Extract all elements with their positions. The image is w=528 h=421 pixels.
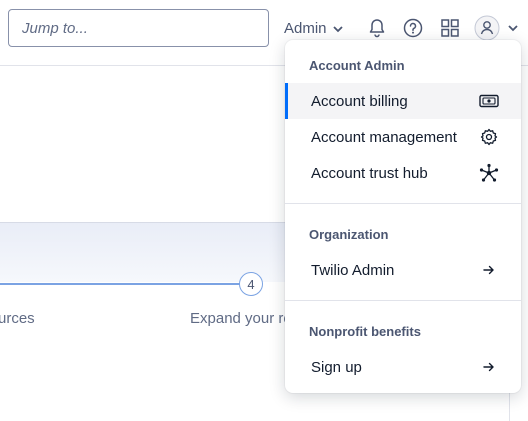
section-title-nonprofit-benefits: Nonprofit benefits <box>309 324 421 339</box>
account-menu-button[interactable]: Admin <box>284 17 343 39</box>
menu-item-account-management[interactable]: Account management <box>285 119 521 155</box>
help-circle-icon[interactable] <box>401 16 425 40</box>
arrow-right-icon <box>479 358 499 376</box>
section-title-organization: Organization <box>309 227 389 242</box>
step-label-previous: urces <box>0 310 35 327</box>
chevron-down-icon <box>332 20 343 37</box>
menu-item-label: Account management <box>311 128 457 146</box>
user-avatar-icon <box>474 15 500 41</box>
account-menu-label: Admin <box>284 19 327 37</box>
menu-item-twilio-admin[interactable]: Twilio Admin <box>285 252 521 288</box>
section-title-account-admin: Account Admin <box>309 58 405 73</box>
step-number: 4 <box>247 276 255 292</box>
user-menu-button[interactable] <box>474 15 522 41</box>
progress-line <box>0 283 240 285</box>
grid-icon[interactable] <box>438 16 462 40</box>
billing-icon <box>479 92 499 110</box>
menu-divider <box>285 203 521 204</box>
gear-icon <box>479 128 499 146</box>
menu-divider <box>285 300 521 301</box>
trust-hub-icon <box>479 163 499 182</box>
account-dropdown-menu: Account Admin Account billing Account ma… <box>285 40 521 393</box>
arrow-right-icon <box>479 261 499 279</box>
menu-item-label: Account trust hub <box>311 164 428 182</box>
menu-item-sign-up[interactable]: Sign up <box>285 349 521 385</box>
menu-item-label: Twilio Admin <box>311 261 395 279</box>
bell-icon[interactable] <box>365 16 389 40</box>
menu-item-account-trust-hub[interactable]: Account trust hub <box>285 155 521 191</box>
menu-item-label: Account billing <box>311 92 408 110</box>
step-indicator: 4 <box>239 272 263 296</box>
chevron-down-icon <box>508 24 518 32</box>
menu-item-label: Sign up <box>311 358 362 376</box>
menu-item-account-billing[interactable]: Account billing <box>285 83 521 119</box>
jump-to-placeholder: Jump to... <box>22 19 88 37</box>
step-label-next: Expand your re <box>190 310 292 327</box>
jump-to-search-input[interactable]: Jump to... <box>8 9 269 47</box>
